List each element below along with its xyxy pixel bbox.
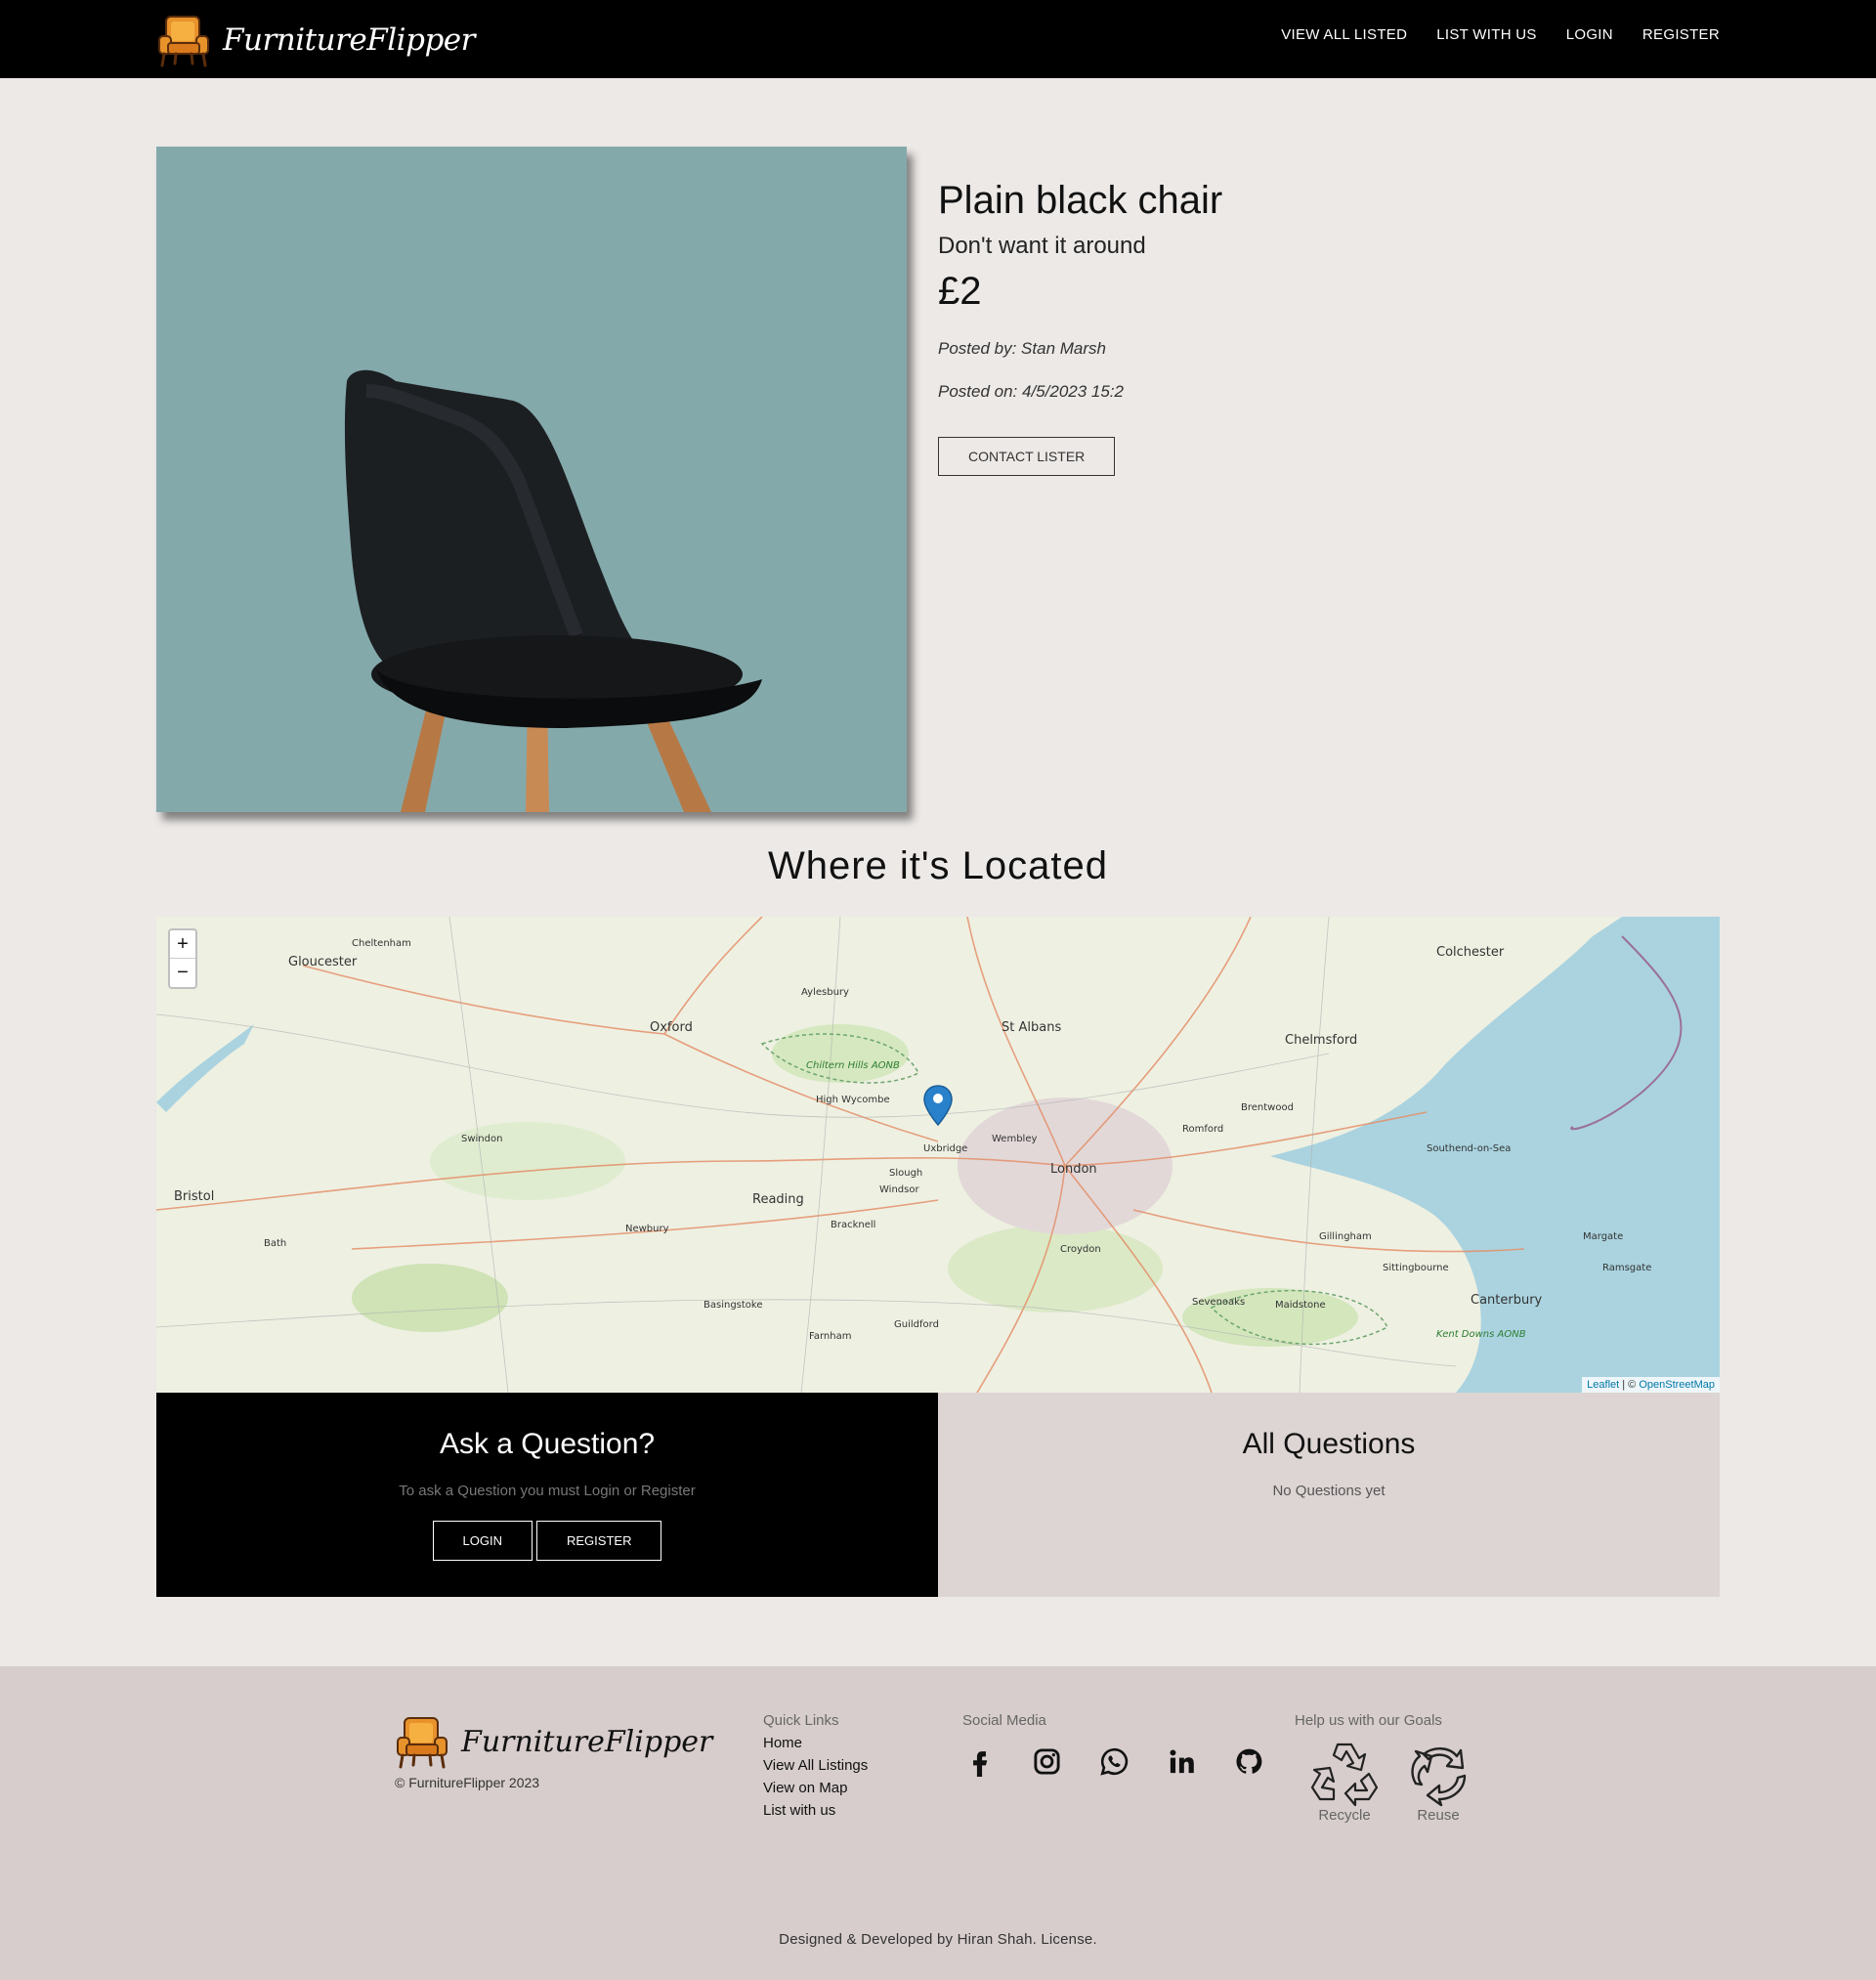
reuse-icon: [1411, 1747, 1467, 1807]
map-place-label: Aylesbury: [801, 987, 849, 998]
footer-link-view-on-map[interactable]: View on Map: [763, 1780, 868, 1796]
ask-question-note: To ask a Question you must Login or Regi…: [399, 1483, 696, 1499]
map-place-label: Reading: [752, 1192, 804, 1207]
github-icon[interactable]: [1234, 1746, 1264, 1777]
map-place-label: Farnham: [809, 1331, 851, 1342]
goal-reuse-label: Reuse: [1417, 1807, 1460, 1824]
armchair-logo-icon: [158, 16, 209, 67]
listing-photo: [156, 147, 907, 812]
map-place-label: Swindon: [461, 1134, 502, 1144]
contact-lister-button[interactable]: CONTACT LISTER: [938, 437, 1116, 476]
map-place-label: Kent Downs AONB: [1436, 1329, 1526, 1340]
map-place-label: High Wycombe: [816, 1095, 890, 1105]
footer-link-home[interactable]: Home: [763, 1735, 868, 1751]
location-map[interactable]: London Oxford St Albans Chelmsford Colcheste…: [156, 917, 1720, 1393]
ask-register-button[interactable]: REGISTER: [536, 1521, 662, 1561]
chair-image: [344, 369, 762, 812]
map-place-label: Margate: [1583, 1231, 1623, 1242]
openstreetmap-link[interactable]: OpenStreetMap: [1639, 1379, 1715, 1391]
listing-price: £2: [938, 270, 982, 313]
map-place-label: Gillingham: [1319, 1231, 1372, 1242]
map-tiles: London Oxford St Albans Chelmsford Colcheste…: [156, 917, 1720, 1393]
map-place-label: Newbury: [625, 1224, 669, 1234]
posted-by: Posted by: Stan Marsh: [938, 339, 1106, 358]
location-heading: Where it's Located: [767, 844, 1109, 887]
linkedin-icon[interactable]: [1167, 1746, 1197, 1777]
map-zoom-control: + −: [168, 928, 197, 989]
brand-home-link[interactable]: FurnitureFlipper: [156, 10, 475, 70]
ask-question-heading: Ask a Question?: [439, 1428, 656, 1460]
goal-reuse: Reuse: [1402, 1739, 1474, 1824]
listing-info: Plain black chair Don't want it around £…: [938, 179, 1720, 476]
listing-title: Plain black chair: [938, 179, 1223, 222]
map-place-label: Slough: [889, 1168, 922, 1179]
no-questions-text: No Questions yet: [1272, 1483, 1386, 1499]
nav-list-with-us[interactable]: LIST WITH US: [1436, 26, 1537, 43]
map-place-label: Sevenoaks: [1192, 1297, 1245, 1308]
all-questions-heading: All Questions: [1242, 1428, 1416, 1460]
nav-links: VIEW ALL LISTED LIST WITH US LOGIN REGIS…: [1281, 26, 1720, 43]
brand-name: FurnitureFlipper: [223, 22, 475, 58]
goals: Help us with our Goals Recycle Reuse: [1295, 1712, 1474, 1824]
map-place-label: Windsor: [879, 1184, 919, 1195]
map-place-label: Sittingbourne: [1383, 1263, 1449, 1273]
leaflet-link[interactable]: Leaflet: [1587, 1379, 1619, 1391]
quick-links: Quick Links Home View All Listings View …: [763, 1712, 868, 1819]
nav-register[interactable]: REGISTER: [1642, 26, 1720, 43]
ask-login-button[interactable]: LOGIN: [432, 1521, 533, 1561]
nav-login[interactable]: LOGIN: [1566, 26, 1613, 43]
recycle-icon: [1310, 1743, 1379, 1807]
map-place-label: Bristol: [174, 1189, 214, 1204]
ask-question-panel: Ask a Question? To ask a Question you mu…: [156, 1393, 938, 1597]
map-place-label: Chiltern Hills AONB: [806, 1060, 900, 1071]
instagram-icon[interactable]: [1032, 1746, 1062, 1777]
map-place-label: Romford: [1182, 1124, 1223, 1135]
map-place-label: Wembley: [992, 1134, 1037, 1144]
map-place-label: Bracknell: [831, 1220, 875, 1230]
map-place-label: Oxford: [650, 1020, 693, 1035]
footer-credit: Designed & Developed by Hiran Shah. Lice…: [779, 1931, 1097, 1948]
map-place-label: Basingstoke: [704, 1300, 763, 1311]
attribution-separator: | ©: [1619, 1379, 1640, 1391]
map-zoom-in-button[interactable]: +: [170, 930, 195, 959]
footer-copyright: © FurnitureFlipper 2023: [395, 1775, 540, 1790]
nav-view-all-listed[interactable]: VIEW ALL LISTED: [1281, 26, 1407, 43]
map-place-label: Southend-on-Sea: [1427, 1143, 1511, 1154]
footer-brand-name: FurnitureFlipper: [461, 1724, 713, 1759]
listing-subtitle: Don't want it around: [938, 233, 1146, 259]
map-place-label: London: [1050, 1162, 1097, 1177]
armchair-logo-icon: [397, 1717, 448, 1769]
map-place-label: Maidstone: [1275, 1300, 1326, 1311]
map-place-label: Croydon: [1060, 1244, 1101, 1255]
map-place-label: Ramsgate: [1602, 1263, 1651, 1273]
footer: FurnitureFlipper © FurnitureFlipper 2023…: [0, 1666, 1876, 1980]
map-zoom-out-button[interactable]: −: [170, 959, 195, 987]
goals-title: Help us with our Goals: [1295, 1712, 1442, 1729]
map-place-label: Gloucester: [288, 955, 358, 969]
map-place-label: Brentwood: [1241, 1102, 1294, 1113]
footer-brand[interactable]: FurnitureFlipper: [395, 1712, 712, 1771]
social-media-title: Social Media: [962, 1712, 1046, 1729]
map-place-label: Guildford: [894, 1319, 939, 1330]
goal-recycle: Recycle: [1308, 1739, 1381, 1824]
whatsapp-icon[interactable]: [1099, 1746, 1130, 1777]
map-place-label: Cheltenham: [352, 938, 411, 949]
map-place-label: Uxbridge: [923, 1143, 967, 1154]
all-questions-panel: All Questions No Questions yet: [938, 1393, 1720, 1597]
top-navbar: FurnitureFlipper VIEW ALL LISTED LIST WI…: [0, 0, 1876, 78]
footer-link-list-with-us[interactable]: List with us: [763, 1802, 868, 1819]
goal-recycle-label: Recycle: [1318, 1807, 1371, 1824]
posted-on: Posted on: 4/5/2023 15:2: [938, 382, 1124, 401]
quick-links-title: Quick Links: [763, 1712, 839, 1729]
map-place-label: Chelmsford: [1285, 1033, 1357, 1048]
map-place-label: Colchester: [1436, 945, 1505, 960]
map-place-label: St Albans: [1002, 1020, 1061, 1035]
map-place-label: Canterbury: [1471, 1293, 1543, 1308]
map-place-label: Bath: [264, 1238, 286, 1249]
map-attribution: Leaflet | © OpenStreetMap: [1582, 1377, 1720, 1393]
social-media: Social Media: [962, 1712, 1264, 1777]
facebook-icon[interactable]: [964, 1746, 995, 1777]
footer-link-view-all-listings[interactable]: View All Listings: [763, 1757, 868, 1774]
